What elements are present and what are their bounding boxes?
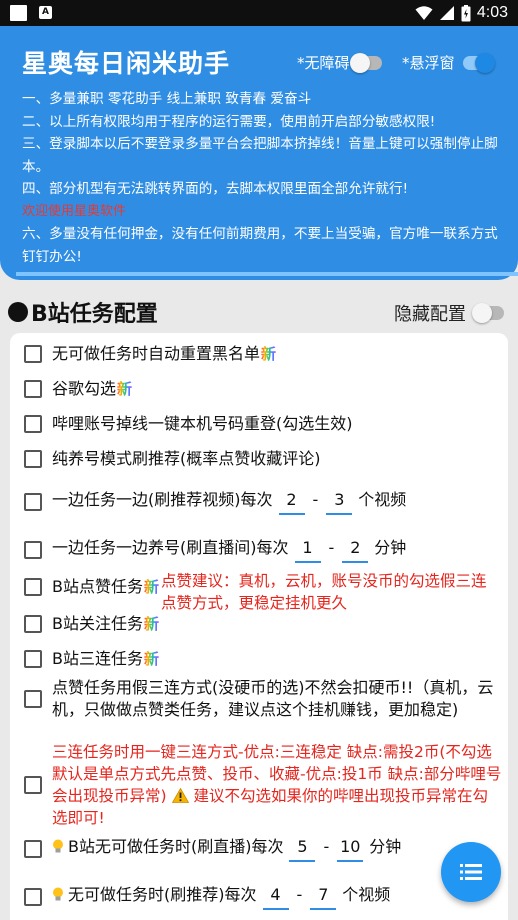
app-title: 星奥每日闲米助手 xyxy=(22,49,231,78)
welcome-notice: 欢迎使用星奥软件 xyxy=(22,203,127,219)
checkbox[interactable] xyxy=(24,690,42,708)
task-label: 点赞任务用假三连方式(没硬币的选)不然会扣硬币!!（真机，云机，只做做点赞类任务… xyxy=(52,678,494,719)
notice-2: 二、以上所有权限均用于程序的运行需要，使用前开启部分敏感权限! xyxy=(22,113,436,130)
clock: 4:03 xyxy=(476,4,508,21)
checkbox[interactable] xyxy=(24,493,42,511)
checkbox[interactable] xyxy=(24,615,42,633)
bullet-dot-icon xyxy=(8,302,28,322)
header-panel: 星奥每日闲米助手 *无障碍 *悬浮窗 一、多量兼职 零花助手 线上兼职 致青春 … xyxy=(0,26,518,280)
list-item[interactable]: B站三连任务新 xyxy=(24,648,502,670)
task-label: B站点赞任务新 xyxy=(52,577,159,596)
list-item[interactable]: 谷歌勾选新 xyxy=(24,378,502,400)
floating-window-label: *悬浮窗 xyxy=(402,54,455,72)
like-task-tip: 点赞建议：真机，云机，账号没币的勾选假三连点赞方式，更稳定挂机更久 xyxy=(161,572,487,612)
menu-fab-button[interactable] xyxy=(441,842,501,902)
notice-1: 一、多量兼职 零花助手 线上兼职 致青春 爱奋斗 xyxy=(22,91,312,107)
list-item[interactable]: B站无可做任务时(刷直播)每次 5-10 分钟 xyxy=(24,836,502,862)
list-item[interactable]: B站关注任务新 xyxy=(24,613,502,635)
checkbox[interactable] xyxy=(24,650,42,668)
list-item[interactable]: 一边任务一边(刷推荐视频)每次 2-3 个视频 xyxy=(24,489,502,515)
task-label: 一边任务一边养号(刷直播间)每次 1-2 分钟 xyxy=(52,537,406,563)
list-item[interactable]: 无可做任务时自动重置黑名单新 xyxy=(24,343,502,365)
checkbox[interactable] xyxy=(24,840,42,858)
new-badge-icon: 新 xyxy=(261,345,277,363)
accessibility-toggle[interactable] xyxy=(350,53,382,73)
notice-6: 六、多量没有任何押金，没有任何前期费用，不要上当受骗，官方唯一联系方式钉钉办公! xyxy=(22,226,498,265)
task-label: 无可做任务时(刷推荐)每次 4-7 个视频 xyxy=(52,884,390,910)
task-label: 谷歌勾选新 xyxy=(52,379,133,398)
floating-window-toggle[interactable] xyxy=(463,53,495,73)
status-bar: A 4:03 xyxy=(0,0,518,26)
hide-config-toggle[interactable] xyxy=(472,303,504,323)
task-label: 哔哩账号掉线一键本机号码重登(勾选生效) xyxy=(52,414,353,433)
notice-4: 四、部分机型有无法跳转界面的，去脚本权限里面全部允许就行! xyxy=(22,181,409,197)
notice-3: 三、登录脚本以后不要登录多量平台会把脚本挤掉线！音量上键可以强制停止脚本。 xyxy=(22,136,498,175)
min-minutes-input[interactable]: 5 xyxy=(289,836,316,862)
header-divider xyxy=(16,272,518,276)
checkbox[interactable] xyxy=(24,380,42,398)
checkbox[interactable] xyxy=(24,450,42,468)
accessibility-label: *无障碍 xyxy=(297,54,350,72)
wifi-icon xyxy=(415,6,433,20)
app-notification-icon: A xyxy=(39,6,52,19)
list-item[interactable]: 无可做任务时(刷推荐)每次 4-7 个视频 xyxy=(24,884,502,910)
list-item[interactable]: 点赞任务用假三连方式(没硬币的选)不然会扣硬币!!（真机，云机，只做做点赞类任务… xyxy=(24,677,502,721)
hide-config-label: 隐藏配置 xyxy=(394,304,466,325)
task-config-card: 无可做任务时自动重置黑名单新 谷歌勾选新 哔哩账号掉线一键本机号码重登(勾选生效… xyxy=(10,333,508,920)
triple-tip: 三连任务时用一键三连方式-优点:三连稳定 缺点:需投2币(不勾选默认是单点方式先… xyxy=(52,743,502,827)
warning-icon xyxy=(171,787,189,803)
max-count-input[interactable]: 3 xyxy=(326,489,353,515)
new-badge-icon: 新 xyxy=(143,615,159,633)
notice-list: 一、多量兼职 零花助手 线上兼职 致青春 爱奋斗 二、以上所有权限均用于程序的运… xyxy=(22,88,502,268)
checkbox[interactable] xyxy=(24,415,42,433)
task-label: 一边任务一边(刷推荐视频)每次 2-3 个视频 xyxy=(52,489,406,515)
lightbulb-icon xyxy=(53,887,63,901)
task-label: B站三连任务新 xyxy=(52,649,159,668)
list-icon xyxy=(460,864,482,880)
checkbox[interactable] xyxy=(24,345,42,363)
list-item[interactable]: 三连任务时用一键三连方式-优点:三连稳定 缺点:需投2币(不勾选默认是单点方式先… xyxy=(24,741,502,829)
new-badge-icon: 新 xyxy=(117,380,133,398)
task-label: 无可做任务时自动重置黑名单新 xyxy=(52,344,277,363)
list-item[interactable]: 一边任务一边养号(刷直播间)每次 1-2 分钟 xyxy=(24,537,502,563)
task-label: B站无可做任务时(刷直播)每次 5-10 分钟 xyxy=(52,836,401,862)
notification-square-icon xyxy=(10,5,27,21)
max-minutes-input[interactable]: 10 xyxy=(337,836,364,862)
task-label: 纯养号模式刷推荐(概率点赞收藏评论) xyxy=(52,449,321,468)
signal-icon xyxy=(439,6,454,20)
list-item[interactable]: 纯养号模式刷推荐(概率点赞收藏评论) xyxy=(24,448,502,470)
lightbulb-icon xyxy=(53,839,63,853)
min-count-input[interactable]: 4 xyxy=(262,884,289,910)
new-badge-icon: 新 xyxy=(143,650,159,668)
checkbox[interactable] xyxy=(24,578,42,596)
checkbox[interactable] xyxy=(24,541,42,559)
checkbox[interactable] xyxy=(24,776,42,794)
list-item[interactable]: 哔哩账号掉线一键本机号码重登(勾选生效) xyxy=(24,413,502,435)
list-item[interactable]: B站点赞任务新 点赞建议：真机，云机，账号没币的勾选假三连点赞方式，更稳定挂机更… xyxy=(24,570,502,614)
min-count-input[interactable]: 2 xyxy=(278,489,305,515)
max-count-input[interactable]: 7 xyxy=(310,884,337,910)
max-minutes-input[interactable]: 2 xyxy=(342,537,369,563)
section-title-text: B站任务配置 xyxy=(31,302,158,327)
checkbox[interactable] xyxy=(24,888,42,906)
new-badge-icon: 新 xyxy=(143,578,159,596)
battery-icon xyxy=(461,4,471,21)
task-label: B站关注任务新 xyxy=(52,614,159,633)
section-title: B站任务配置 xyxy=(8,296,158,328)
min-minutes-input[interactable]: 1 xyxy=(294,537,321,563)
